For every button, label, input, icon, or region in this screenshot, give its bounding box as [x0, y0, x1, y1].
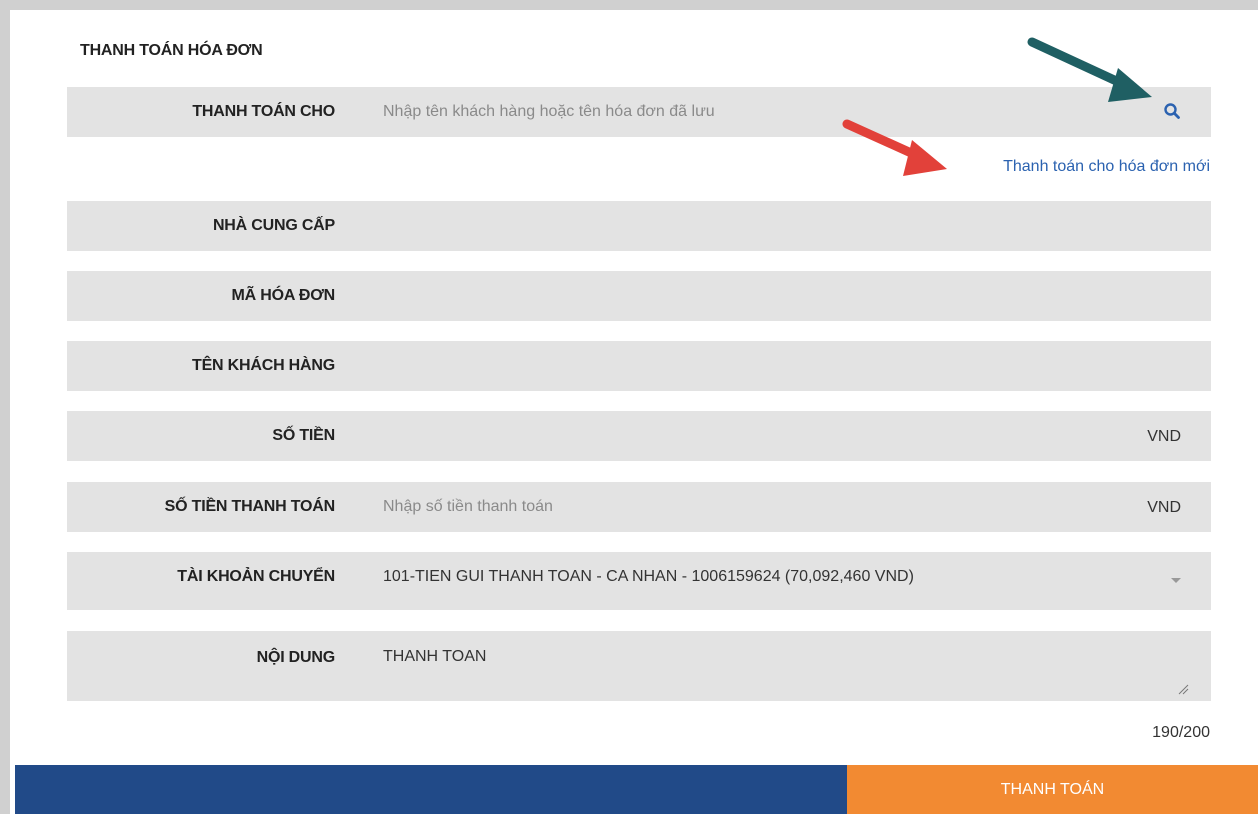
provider-label: NHÀ CUNG CẤP	[212, 217, 335, 234]
payment-amount-input[interactable]: Nhập số tiền thanh toán	[383, 498, 553, 516]
submit-button[interactable]: THANH TOÁN	[847, 765, 1258, 814]
payment-amount-label: SỐ TIỀN THANH TOÁN	[164, 498, 336, 515]
payment-amount-unit: VND	[1147, 499, 1181, 516]
amount-label: SỐ TIỀN	[272, 427, 335, 444]
pay-to-input[interactable]: Nhập tên khách hàng hoặc tên hóa đơn đã …	[383, 103, 1083, 121]
red-annotation-arrow	[842, 119, 947, 176]
source-account-row[interactable]: TÀI KHOẢN CHUYỂN 101-TIEN GUI THANH TOAN…	[67, 552, 1211, 610]
new-bill-link[interactable]: Thanh toán cho hóa đơn mới	[1003, 158, 1210, 176]
content-row: NỘI DUNG THANH TOAN	[67, 631, 1211, 701]
resize-handle-icon[interactable]	[1177, 683, 1189, 695]
content-textarea[interactable]: THANH TOAN	[383, 648, 486, 666]
page-title: THANH TOÁN HÓA ĐƠN	[80, 42, 263, 59]
provider-row: NHÀ CUNG CẤP	[67, 201, 1211, 251]
amount-row: SỐ TIỀN VND	[67, 411, 1211, 461]
source-account-label: TÀI KHOẢN CHUYỂN	[177, 568, 335, 585]
teal-annotation-arrow	[1027, 37, 1152, 102]
amount-unit: VND	[1147, 428, 1181, 445]
pay-to-label: THANH TOÁN CHO	[192, 103, 335, 120]
char-counter: 190/200	[1152, 724, 1210, 741]
customer-name-row: TÊN KHÁCH HÀNG	[67, 341, 1211, 391]
bill-code-row: MÃ HÓA ĐƠN	[67, 271, 1211, 321]
content-label: NỘI DUNG	[256, 649, 336, 666]
footer-bar	[15, 765, 847, 814]
source-account-select[interactable]: 101-TIEN GUI THANH TOAN - CA NHAN - 1006…	[383, 568, 914, 586]
chevron-down-icon[interactable]	[1171, 578, 1181, 583]
payment-amount-row: SỐ TIỀN THANH TOÁN Nhập số tiền thanh to…	[67, 482, 1211, 532]
customer-name-label: TÊN KHÁCH HÀNG	[192, 357, 335, 374]
bill-code-label: MÃ HÓA ĐƠN	[231, 287, 336, 304]
